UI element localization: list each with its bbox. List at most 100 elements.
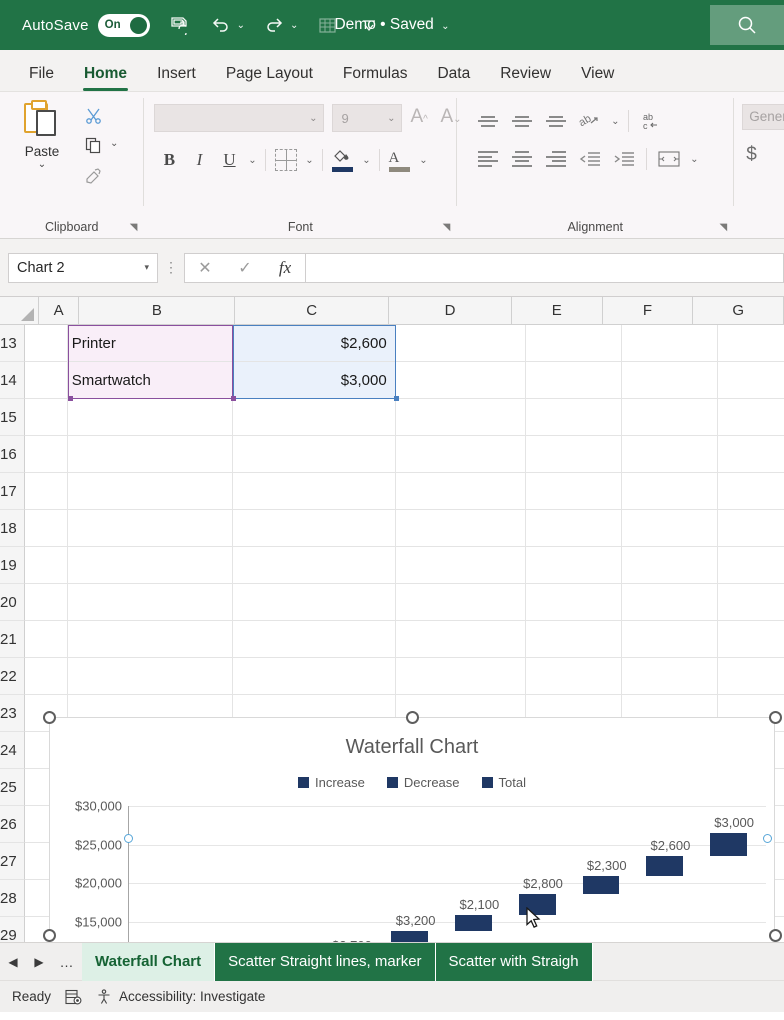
cancel-icon[interactable]: ✕: [185, 258, 225, 278]
insert-function-icon[interactable]: fx: [265, 258, 305, 278]
bar-column-speaker[interactable]: $3,200: [384, 806, 448, 942]
y-axis[interactable]: $0$5,000$10,000$15,000$20,000$25,000$30,…: [50, 799, 128, 942]
row-header-24[interactable]: 24: [0, 732, 25, 769]
cell-D15[interactable]: [396, 399, 526, 435]
sheet-tab-waterfall-chart[interactable]: Waterfall Chart: [82, 942, 216, 981]
number-format-select[interactable]: General: [742, 104, 784, 130]
borders-button[interactable]: [271, 144, 301, 176]
bar-column-tablet[interactable]: $2,700: [320, 806, 384, 942]
cell-B18[interactable]: [68, 510, 233, 546]
selection-handle-0[interactable]: [67, 396, 73, 401]
cell-D19[interactable]: [396, 547, 526, 583]
ribbon-tab-data[interactable]: Data: [422, 65, 485, 91]
chart-legend[interactable]: Increase Decrease Total: [50, 775, 774, 790]
column-header-d[interactable]: D: [389, 297, 512, 324]
save-refresh-icon[interactable]: [166, 12, 192, 38]
cell-G17[interactable]: [718, 473, 784, 509]
cell-G20[interactable]: [718, 584, 784, 620]
row-header-27[interactable]: 27: [0, 843, 25, 880]
formula-bar-drag-handle[interactable]: ⋮: [158, 259, 184, 276]
row-header-23[interactable]: 23: [0, 695, 25, 732]
cell-F22[interactable]: [622, 658, 718, 694]
cell-B13[interactable]: Printer: [67, 325, 233, 361]
cell-F13[interactable]: [622, 325, 718, 361]
fill-color-dropdown-caret[interactable]: ⌄: [358, 155, 374, 166]
cell-A13[interactable]: [25, 325, 68, 361]
bar-column-monitor[interactable]: $2,300: [575, 806, 639, 942]
increase-indent-button[interactable]: [607, 144, 641, 174]
chart-handle-top-left[interactable]: [43, 711, 56, 724]
cell-B15[interactable]: [68, 399, 233, 435]
cell-B14[interactable]: Smartwatch: [67, 362, 233, 398]
cell-D22[interactable]: [396, 658, 526, 694]
plot-handle-top-right[interactable]: [763, 834, 772, 843]
cell-E14[interactable]: [526, 362, 622, 398]
merge-dropdown-caret[interactable]: ⌄: [686, 154, 702, 165]
cell-C20[interactable]: [233, 584, 396, 620]
macro-record-button[interactable]: [65, 989, 82, 1005]
plot-handle-top-left[interactable]: [124, 834, 133, 843]
cell-E21[interactable]: [526, 621, 622, 657]
bar-column-smartwatch[interactable]: $3,000: [702, 806, 766, 942]
row-header-22[interactable]: 22: [0, 658, 25, 695]
previous-sheet-icon[interactable]: ◀: [0, 955, 26, 969]
cell-E18[interactable]: [526, 510, 622, 546]
cell-E22[interactable]: [526, 658, 622, 694]
cell-G14[interactable]: [718, 362, 784, 398]
align-middle-button[interactable]: [505, 106, 539, 136]
chart-handle-top-center[interactable]: [406, 711, 419, 724]
cell-G13[interactable]: [718, 325, 784, 361]
bar-column-headphones[interactable]: $2,800: [511, 806, 575, 942]
undo-dropdown-caret[interactable]: ⌄: [237, 20, 245, 31]
row-header-14[interactable]: 14: [0, 362, 25, 399]
bar-headphones[interactable]: [518, 893, 556, 916]
orientation-dropdown-caret[interactable]: ⌄: [607, 116, 623, 127]
accessibility-button[interactable]: Accessibility: Investigate: [96, 988, 265, 1005]
row-header-20[interactable]: 20: [0, 584, 25, 621]
autosave-toggle[interactable]: On: [97, 13, 150, 37]
ribbon-tab-insert[interactable]: Insert: [142, 65, 211, 91]
align-top-button[interactable]: [471, 106, 505, 136]
legend-item-increase[interactable]: Increase: [298, 775, 365, 790]
alignment-dialog-launcher[interactable]: ◥: [720, 222, 728, 233]
cell-A21[interactable]: [25, 621, 68, 657]
align-bottom-button[interactable]: [539, 106, 573, 136]
cell-C14[interactable]: $3,000: [232, 362, 396, 398]
fill-color-button[interactable]: [328, 144, 358, 176]
chart-handle-middle-right[interactable]: [769, 929, 782, 942]
cell-A14[interactable]: [25, 362, 68, 398]
redo-dropdown-caret[interactable]: ⌄: [290, 20, 298, 31]
align-center-button[interactable]: [505, 144, 539, 174]
cell-B17[interactable]: [68, 473, 233, 509]
bar-series[interactable]: $2,500$3,000$2,200$2,700$3,200$2,100$2,8…: [129, 806, 766, 942]
bar-column-laptop[interactable]: $2,500: [129, 806, 193, 942]
document-title-caret[interactable]: ⌄: [441, 21, 449, 32]
sheet-tab-scatter-with-straight[interactable]: Scatter with Straigh: [435, 942, 593, 981]
font-name-input[interactable]: ⌄: [154, 104, 325, 132]
copy-icon[interactable]: [78, 130, 108, 160]
cell-A20[interactable]: [25, 584, 68, 620]
cell-A17[interactable]: [25, 473, 68, 509]
bold-button[interactable]: B: [154, 144, 184, 176]
cell-F15[interactable]: [622, 399, 718, 435]
underline-dropdown-caret[interactable]: ⌄: [244, 155, 260, 166]
ribbon-tab-file[interactable]: File: [14, 65, 69, 91]
plot-area[interactable]: $2,500$3,000$2,200$2,700$3,200$2,100$2,8…: [128, 806, 766, 942]
borders-dropdown-caret[interactable]: ⌄: [301, 155, 317, 166]
cell-F18[interactable]: [622, 510, 718, 546]
cell-F21[interactable]: [622, 621, 718, 657]
clipboard-dialog-launcher[interactable]: ◥: [130, 222, 138, 233]
cell-F16[interactable]: [622, 436, 718, 472]
ribbon-tab-page-layout[interactable]: Page Layout: [211, 65, 328, 91]
bar-watch[interactable]: [455, 915, 493, 932]
copy-dropdown-caret[interactable]: ⌄: [110, 138, 118, 149]
bar-smartwatch[interactable]: [709, 832, 747, 856]
cell-A22[interactable]: [25, 658, 68, 694]
column-header-a[interactable]: A: [38, 297, 80, 324]
cell-A19[interactable]: [25, 547, 68, 583]
row-header-21[interactable]: 21: [0, 621, 25, 658]
cell-D17[interactable]: [396, 473, 526, 509]
align-left-button[interactable]: [471, 144, 505, 174]
cell-F20[interactable]: [622, 584, 718, 620]
row-header-18[interactable]: 18: [0, 510, 25, 547]
